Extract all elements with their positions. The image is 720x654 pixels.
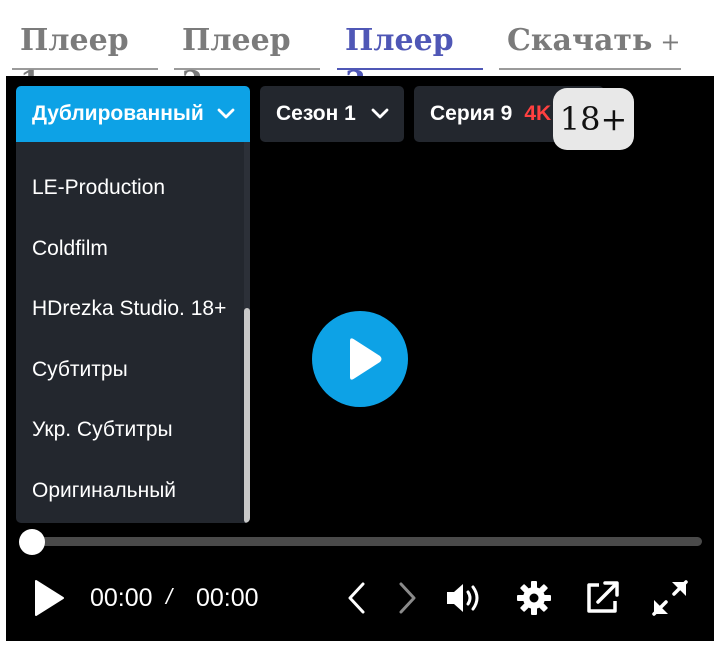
- voice-dropdown-menu: LE-Production Coldfilm HDrezka Studio. 1…: [16, 142, 250, 523]
- progress-bar[interactable]: [30, 537, 702, 546]
- menu-item-coldfilm[interactable]: Coldfilm: [16, 219, 242, 279]
- menu-item-hdrezka-studio[interactable]: HDrezka Studio. 18+: [16, 279, 242, 339]
- season-selector-label: Сезон 1: [276, 102, 356, 125]
- prev-icon[interactable]: [338, 578, 378, 618]
- chevron-down-icon: [217, 108, 235, 119]
- menu-item-original[interactable]: Оригинальный: [16, 461, 242, 521]
- duration: 00:00: [196, 584, 259, 612]
- current-time: 00:00: [90, 584, 153, 612]
- tab-player-1[interactable]: Плеер 1: [12, 20, 158, 100]
- time-separator: /: [166, 584, 173, 609]
- fullscreen-icon[interactable]: [650, 578, 690, 618]
- tab-download[interactable]: Скачать +: [499, 20, 681, 70]
- plus-icon: +: [660, 28, 681, 56]
- player-tabs: Плеер 1 Плеер 2 Плеер 3 Скачать+: [0, 0, 720, 100]
- voice-selector-button[interactable]: Дублированный: [16, 86, 250, 142]
- menu-item-subtitles[interactable]: Субтитры: [16, 340, 242, 400]
- menu-scrollbar-thumb[interactable]: [244, 308, 250, 523]
- chevron-down-icon: [371, 108, 389, 119]
- tab-player-3[interactable]: Плеер 3: [337, 20, 483, 100]
- season-selector-button[interactable]: Сезон 1: [260, 86, 404, 142]
- play-icon[interactable]: [28, 578, 68, 618]
- video-player: Дублированный Сезон 1 Серия 9 4K 18+ LE-…: [6, 76, 714, 641]
- tab-label: Скачать: [507, 23, 653, 58]
- menu-item-le-production[interactable]: LE-Production: [16, 158, 242, 218]
- progress-handle[interactable]: [19, 529, 45, 555]
- quality-badge: 4K: [524, 102, 552, 125]
- external-link-icon[interactable]: [582, 578, 622, 618]
- tab-player-2[interactable]: Плеер 2: [174, 20, 320, 100]
- age-rating-badge: 18+: [553, 88, 634, 150]
- big-play-button[interactable]: [312, 311, 408, 407]
- settings-icon[interactable]: [514, 578, 554, 618]
- episode-selector-label: Серия 9: [430, 102, 513, 125]
- volume-icon[interactable]: [444, 578, 484, 618]
- play-icon: [350, 338, 382, 380]
- next-icon[interactable]: [386, 578, 426, 618]
- menu-item-ukr-subtitles[interactable]: Укр. Субтитры: [16, 400, 242, 460]
- voice-selector-label: Дублированный: [32, 102, 204, 125]
